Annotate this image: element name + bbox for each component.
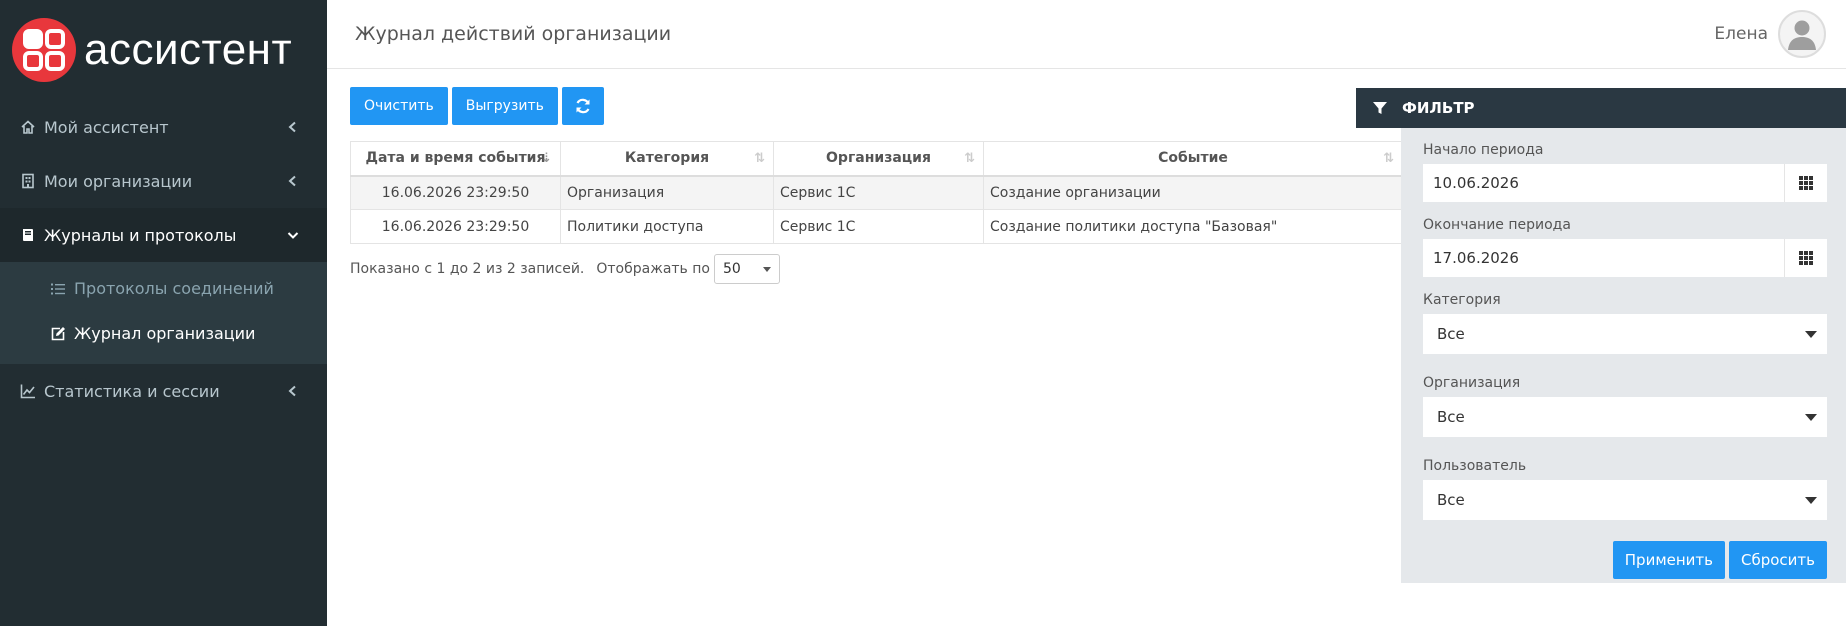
refresh-button[interactable] — [561, 87, 604, 125]
page-title: Журнал действий организации — [355, 23, 672, 45]
logo-icon — [12, 18, 76, 82]
sidebar-menu-bottom: Статистика и сессии — [0, 364, 327, 418]
calendar-icon[interactable] — [1785, 239, 1827, 277]
sidebar-item-connection-protocols[interactable]: Протоколы соединений — [0, 266, 327, 311]
filter-panel: Начало периода 10.06.2026 Окончание пери… — [1401, 128, 1846, 583]
organization-select[interactable]: Все — [1423, 397, 1827, 437]
sidebar-item-label: Протоколы соединений — [74, 279, 274, 298]
events-table-container: Дата и время события ⇣ Категория ⇅ Организ… — [350, 141, 1402, 244]
user-name[interactable]: Елена — [1714, 24, 1768, 44]
chevron-down-icon — [287, 229, 299, 241]
start-date-field[interactable]: 10.06.2026 — [1423, 164, 1827, 202]
brand-name: ассистент — [84, 25, 293, 74]
top-header: Журнал действий организации Елена — [327, 0, 1846, 69]
start-date-label: Начало периода — [1423, 142, 1544, 158]
page-size-value: 50 — [722, 261, 741, 277]
sidebar-item-logs[interactable]: Журналы и протоколы — [0, 208, 327, 262]
filter-header[interactable]: ФИЛЬТР — [1356, 88, 1846, 128]
user-select[interactable]: Все — [1423, 480, 1827, 520]
clear-button[interactable]: Очистить — [350, 87, 448, 125]
table-row[interactable]: 16.06.2026 23:29:50 Политики доступа Сер… — [350, 209, 1402, 244]
cell-organization: Сервис 1С — [773, 175, 984, 210]
sidebar-item-label: Статистика и сессии — [44, 381, 220, 401]
caret-down-icon — [1805, 413, 1817, 421]
caret-down-icon — [1805, 496, 1817, 504]
cell-datetime: 16.06.2026 23:29:50 — [350, 209, 561, 244]
category-label: Категория — [1423, 292, 1501, 308]
user-label: Пользователь — [1423, 458, 1527, 474]
table-toolbar: Очистить Выгрузить — [350, 87, 604, 125]
sort-icon: ⇅ — [964, 151, 975, 166]
reset-button[interactable]: Сбросить — [1729, 541, 1827, 579]
refresh-icon — [576, 98, 590, 114]
cell-datetime: 16.06.2026 23:29:50 — [350, 175, 561, 210]
user-icon — [1788, 20, 1816, 50]
sidebar-item-my-organizations[interactable]: Мои организации — [0, 154, 327, 208]
end-date-label: Окончание периода — [1423, 217, 1571, 233]
caret-down-icon — [1805, 330, 1817, 338]
home-icon — [20, 119, 36, 135]
table-row[interactable]: 16.06.2026 23:29:50 Организация Сервис 1… — [350, 175, 1402, 210]
cell-organization: Сервис 1С — [773, 209, 984, 244]
column-header-datetime[interactable]: Дата и время события ⇣ — [350, 141, 561, 177]
chevron-left-icon — [287, 175, 299, 187]
organization-label: Организация — [1423, 375, 1521, 391]
records-info: Показано с 1 до 2 из 2 записей. — [350, 261, 585, 277]
filter-actions: Применить Сбросить — [1423, 541, 1827, 579]
sidebar-menu: Мой ассистент Мои организации Журналы и … — [0, 100, 327, 262]
table-header-row: Дата и время события ⇣ Категория ⇅ Организ… — [350, 141, 1402, 177]
sidebar-item-label: Журнал организации — [74, 324, 256, 343]
cell-event: Создание политики доступа "Базовая" — [983, 209, 1402, 244]
sidebar-item-label: Журналы и протоколы — [44, 225, 237, 245]
sidebar-item-statistics[interactable]: Статистика и сессии — [0, 364, 327, 418]
sidebar-item-label: Мои организации — [44, 171, 193, 191]
sort-icon: ⇅ — [754, 151, 765, 166]
cell-category: Политики доступа — [560, 209, 774, 244]
page-size-select[interactable]: 50 — [713, 254, 780, 284]
edit-icon — [50, 326, 66, 342]
sidebar-item-organization-journal[interactable]: Журнал организации — [0, 311, 327, 356]
end-date-value[interactable]: 17.06.2026 — [1423, 239, 1785, 277]
building-icon — [20, 173, 36, 189]
category-select[interactable]: Все — [1423, 314, 1827, 354]
user-value: Все — [1437, 491, 1465, 509]
column-header-event[interactable]: Событие ⇅ — [983, 141, 1402, 177]
line-chart-icon — [20, 383, 36, 399]
filter-icon — [1372, 100, 1388, 116]
cell-event: Создание организации — [983, 175, 1402, 210]
caret-down-icon — [762, 266, 771, 272]
book-icon — [20, 227, 36, 243]
table-info: Показано с 1 до 2 из 2 записей. Отобража… — [350, 254, 780, 284]
avatar[interactable] — [1778, 10, 1826, 58]
filter-title: ФИЛЬТР — [1402, 99, 1475, 117]
list-icon — [50, 281, 66, 297]
column-header-organization[interactable]: Организация ⇅ — [773, 141, 984, 177]
logo[interactable]: ассистент — [0, 0, 327, 100]
sidebar: ассистент Мой ассистент Мои организации — [0, 0, 327, 626]
sort-desc-icon: ⇣ — [541, 151, 552, 166]
chevron-left-icon — [287, 385, 299, 397]
end-date-field[interactable]: 17.06.2026 — [1423, 239, 1827, 277]
chevron-left-icon — [287, 121, 299, 133]
sidebar-item-label: Мой ассистент — [44, 117, 169, 137]
export-button[interactable]: Выгрузить — [451, 87, 558, 125]
organization-value: Все — [1437, 408, 1465, 426]
sidebar-item-my-assistant[interactable]: Мой ассистент — [0, 100, 327, 154]
events-table: Дата и время события ⇣ Категория ⇅ Организ… — [350, 141, 1402, 244]
page-size-label: Отображать по — [596, 261, 710, 277]
submenu-logs: Протоколы соединений Журнал организации — [0, 262, 327, 364]
category-value: Все — [1437, 325, 1465, 343]
cell-category: Организация — [560, 175, 774, 210]
apply-button[interactable]: Применить — [1612, 541, 1725, 579]
column-header-category[interactable]: Категория ⇅ — [560, 141, 774, 177]
start-date-value[interactable]: 10.06.2026 — [1423, 164, 1785, 202]
calendar-icon[interactable] — [1785, 164, 1827, 202]
sort-icon: ⇅ — [1383, 151, 1394, 166]
